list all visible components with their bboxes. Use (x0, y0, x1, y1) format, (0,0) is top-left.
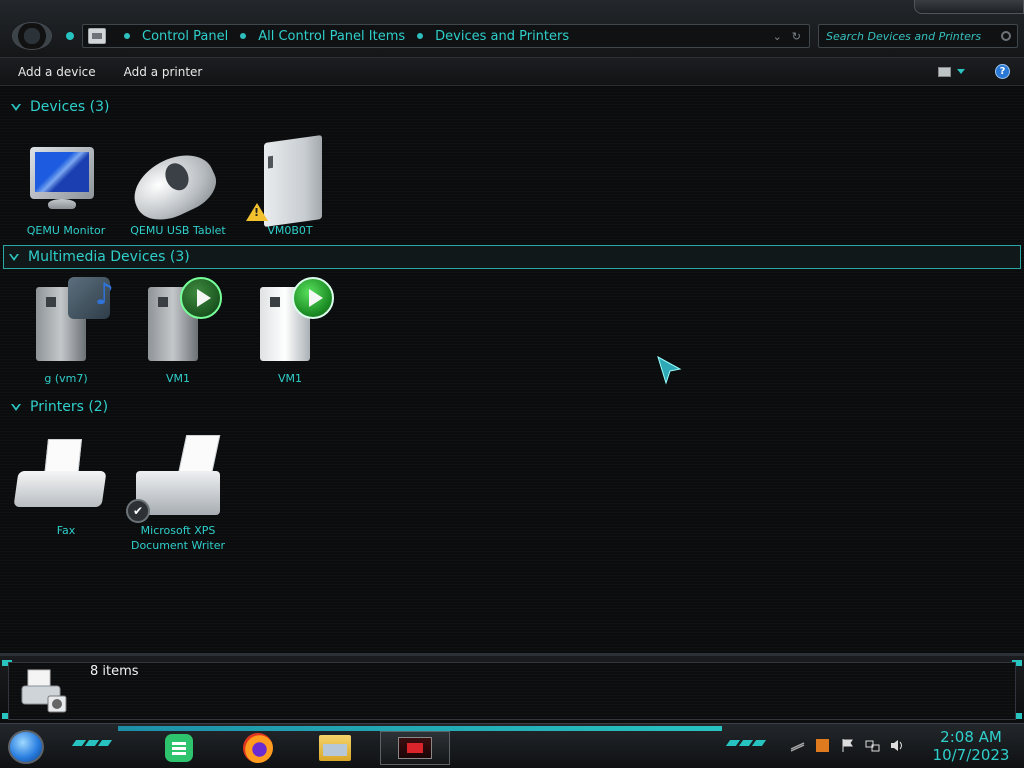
taskbar: 2:08 AM 10/7/2023 (0, 723, 1024, 768)
decor-chevrons (71, 740, 113, 746)
device-label: g (vm7) (44, 372, 88, 385)
refresh-icon[interactable]: ↻ (792, 30, 801, 43)
fax-icon (10, 427, 122, 523)
device-vm1-b[interactable]: VM1 (234, 275, 346, 386)
printer-fax[interactable]: Fax (10, 427, 122, 538)
address-dropdown-icon[interactable]: ⌄ (773, 30, 782, 43)
action-center-flag-icon[interactable] (840, 738, 855, 753)
device-qemu-monitor[interactable]: QEMU Monitor (10, 127, 122, 238)
breadcrumb-separator-icon (417, 33, 424, 39)
printer-xps[interactable]: ✔ Microsoft XPS Document Writer (122, 427, 234, 553)
group-header-devices[interactable]: Devices (3) (6, 95, 109, 119)
firefox-icon (243, 733, 273, 763)
play-icon (292, 277, 334, 319)
breadcrumb-separator-icon (124, 33, 130, 39)
mouse-icon (122, 127, 234, 231)
add-device-button[interactable]: Add a device (0, 65, 110, 79)
green-notes-app-icon (165, 734, 193, 762)
device-label: Fax (56, 524, 76, 537)
play-icon (180, 277, 222, 319)
collapse-chevron-icon[interactable] (11, 403, 21, 411)
item-count: 8 items (90, 664, 139, 679)
monitor-icon (10, 127, 122, 223)
devices-printers-icon (21, 669, 67, 713)
media-player-tower-icon (122, 275, 234, 371)
device-qemu-usb-tablet[interactable]: QEMU USB Tablet (122, 127, 234, 238)
navigation-bar: Control Panel All Control Panel Items De… (0, 0, 1024, 58)
view-dropdown-icon[interactable] (957, 69, 965, 74)
control-panel-icon (88, 28, 106, 44)
system-tray (790, 738, 905, 753)
group-title: Multimedia Devices (3) (28, 249, 190, 265)
media-server-icon (10, 275, 122, 371)
app-tray-icon[interactable] (815, 738, 830, 753)
breadcrumb-devices-printers[interactable]: Devices and Printers (435, 29, 569, 44)
clock-date: 10/7/2023 (932, 746, 1010, 764)
start-button[interactable] (8, 730, 44, 764)
back-forward-icon[interactable] (12, 22, 52, 50)
device-label: QEMU Monitor (26, 224, 106, 237)
recent-pages-icon[interactable] (66, 32, 74, 40)
default-printer-check-icon: ✔ (126, 499, 150, 523)
device-vm0b0t[interactable]: VM0B0T (234, 127, 346, 238)
breadcrumb-separator-icon (240, 33, 247, 39)
collapse-chevron-icon[interactable] (9, 253, 19, 261)
group-title: Devices (3) (30, 99, 110, 115)
window-caption-buttons[interactable] (914, 0, 1024, 14)
printer-icon: ✔ (122, 427, 234, 523)
device-label: QEMU USB Tablet (130, 224, 226, 237)
breadcrumb-control-panel[interactable]: Control Panel (142, 29, 228, 44)
taskbar-app-notes[interactable] (158, 731, 200, 765)
file-explorer-icon (319, 735, 351, 761)
media-player-tower-icon (234, 275, 346, 371)
warning-icon (246, 203, 268, 221)
group-header-printers[interactable]: Printers (2) (6, 395, 108, 419)
change-view-icon[interactable] (938, 66, 951, 77)
volume-icon[interactable] (890, 738, 905, 753)
taskbar-app-control-panel[interactable] (380, 731, 450, 765)
search-input[interactable]: Search Devices and Printers (826, 30, 1001, 43)
device-label: VM1 (165, 372, 190, 385)
decor-chevrons (725, 740, 767, 746)
command-bar: Add a device Add a printer ? (0, 58, 1024, 86)
taskbar-clock[interactable]: 2:08 AM 10/7/2023 (928, 728, 1014, 764)
taskbar-app-firefox[interactable] (237, 731, 279, 765)
device-label: VM1 (277, 372, 302, 385)
network-icon[interactable] (865, 738, 880, 753)
details-inner (8, 662, 1016, 720)
device-g-vm7[interactable]: g (vm7) (10, 275, 122, 386)
show-hidden-icons-icon[interactable] (790, 738, 805, 753)
address-bar[interactable]: Control Panel All Control Panel Items De… (82, 24, 810, 48)
search-box[interactable]: Search Devices and Printers (818, 24, 1018, 48)
help-icon[interactable]: ? (995, 64, 1010, 79)
clock-time: 2:08 AM (940, 728, 1002, 746)
collapse-chevron-icon[interactable] (11, 103, 21, 111)
details-pane: 8 items (0, 653, 1024, 723)
device-vm1-a[interactable]: VM1 (122, 275, 234, 386)
address-tools: ⌄ ↻ (773, 30, 809, 43)
group-title: Printers (2) (30, 399, 109, 415)
add-printer-button[interactable]: Add a printer (110, 65, 217, 79)
group-header-multimedia[interactable]: Multimedia Devices (3) (3, 245, 1021, 269)
command-bar-right: ? (938, 64, 1024, 79)
external-drive-icon (234, 127, 346, 228)
control-panel-icon (398, 737, 432, 759)
device-label: Microsoft XPS Document Writer (130, 524, 226, 552)
taskbar-app-explorer[interactable] (314, 731, 356, 765)
device-list: Devices (3) QEMU Monitor QEMU USB Tablet… (0, 87, 1024, 653)
device-label: VM0B0T (267, 224, 313, 237)
breadcrumb: Control Panel All Control Panel Items De… (112, 29, 569, 44)
mouse-cursor-icon (657, 355, 682, 385)
breadcrumb-all-items[interactable]: All Control Panel Items (258, 29, 405, 44)
search-icon[interactable] (1001, 31, 1011, 41)
